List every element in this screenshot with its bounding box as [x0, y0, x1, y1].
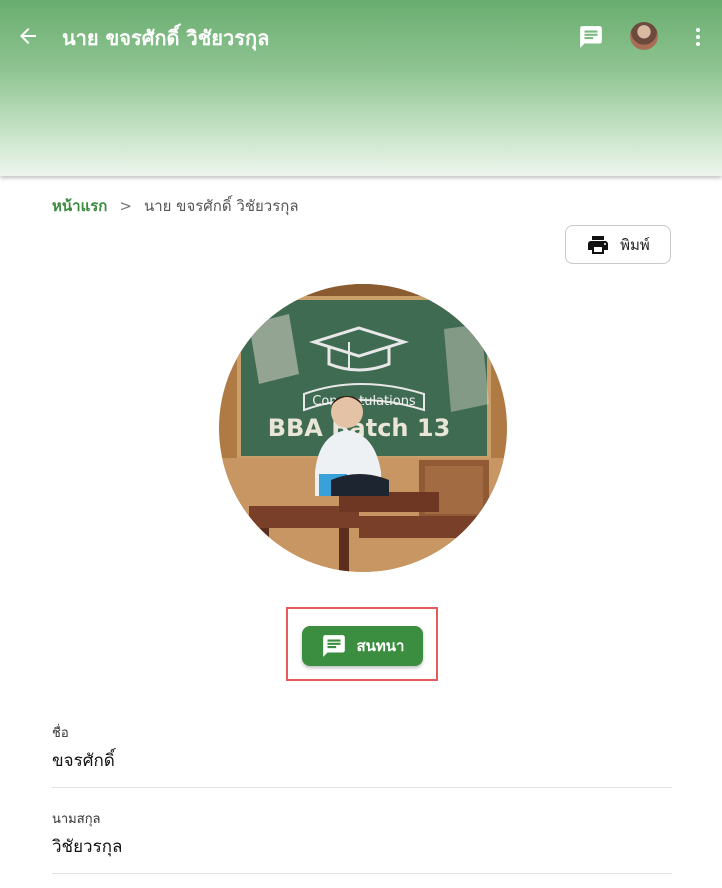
chevron-right-icon: > — [119, 197, 132, 215]
printer-icon — [588, 235, 609, 254]
breadcrumb-home-link[interactable]: หน้าแรก — [52, 194, 107, 218]
arrow-left-icon — [20, 28, 36, 44]
divider — [52, 873, 672, 874]
photo-text-congrats: Congratulations — [312, 394, 416, 409]
chat-button[interactable] — [574, 20, 608, 54]
field-label: ชื่อ — [52, 726, 69, 741]
chat-icon — [322, 635, 345, 657]
start-chat-label: สนทนา — [356, 637, 405, 655]
field-first-name: ชื่อ ขจรศักดิ์ — [52, 722, 672, 774]
more-menu-button[interactable] — [686, 22, 710, 52]
print-label: พิมพ์ — [620, 235, 650, 254]
profile-photo: Congratulations BBA Batch 13 — [219, 284, 507, 572]
more-vert-icon — [696, 28, 700, 46]
start-chat-button[interactable]: สนทนา — [302, 626, 423, 666]
divider — [52, 787, 672, 788]
back-button[interactable] — [12, 20, 44, 52]
print-button[interactable]: พิมพ์ — [565, 225, 671, 264]
field-label: นามสกุล — [52, 812, 101, 827]
user-avatar[interactable] — [630, 22, 658, 50]
chat-icon — [580, 26, 602, 48]
breadcrumb: หน้าแรก > นาย ขจรศักดิ์ วิชัยวรกุล — [52, 194, 299, 218]
page-title: นาย ขจรศักดิ์ วิชัยวรกุล — [62, 26, 270, 50]
field-value: ขจรศักดิ์ — [52, 751, 115, 771]
field-value: วิชัยวรกุล — [52, 837, 123, 857]
breadcrumb-current: นาย ขจรศักดิ์ วิชัยวรกุล — [143, 197, 299, 215]
field-last-name: นามสกุล วิชัยวรกุล — [52, 808, 672, 860]
